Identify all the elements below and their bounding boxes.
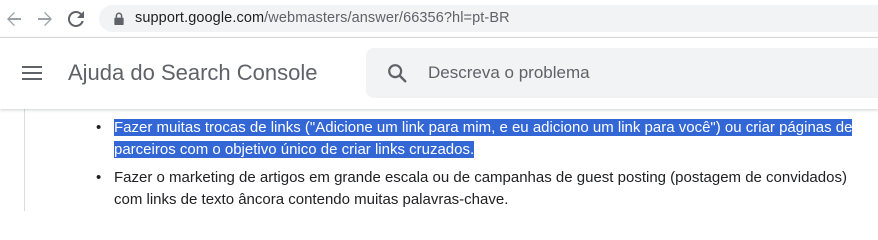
reload-button[interactable]: [65, 8, 87, 30]
forward-button[interactable]: [34, 8, 56, 30]
browser-toolbar: support.google.com/webmasters/answer/663…: [0, 0, 878, 38]
url-host: support.google.com: [135, 10, 265, 26]
list-item: • Fazer muitas trocas de links ("Adicion…: [96, 117, 876, 161]
bullet-list: • Fazer muitas trocas de links ("Adicion…: [96, 117, 876, 217]
back-button[interactable]: [3, 8, 25, 30]
app-header: Ajuda do Search Console: [0, 38, 878, 109]
article-content: • Fazer muitas trocas de links ("Adicion…: [0, 109, 878, 211]
reload-icon: [68, 11, 84, 27]
url-path: /webmasters/answer/66356?hl=pt-BR: [264, 10, 510, 26]
arrow-right-icon: [38, 12, 52, 26]
bullet-marker: •: [96, 119, 102, 136]
search-icon[interactable]: [386, 62, 408, 84]
lock-icon[interactable]: [113, 12, 125, 25]
hamburger-menu-icon[interactable]: [22, 66, 42, 80]
content-divider: [24, 109, 25, 211]
search-box[interactable]: [366, 48, 878, 98]
list-item-text: Fazer o marketing de artigos em grande e…: [114, 169, 847, 208]
arrow-left-icon: [7, 12, 21, 26]
app-title[interactable]: Ajuda do Search Console: [68, 60, 318, 86]
list-item-text: Fazer muitas trocas de links ("Adicione …: [114, 119, 853, 158]
list-item: • Fazer o marketing de artigos em grande…: [96, 167, 876, 211]
url-text[interactable]: support.google.com/webmasters/answer/663…: [135, 10, 510, 26]
bullet-marker: •: [96, 169, 102, 186]
search-input[interactable]: [428, 60, 868, 86]
address-bar[interactable]: support.google.com/webmasters/answer/663…: [99, 5, 878, 32]
